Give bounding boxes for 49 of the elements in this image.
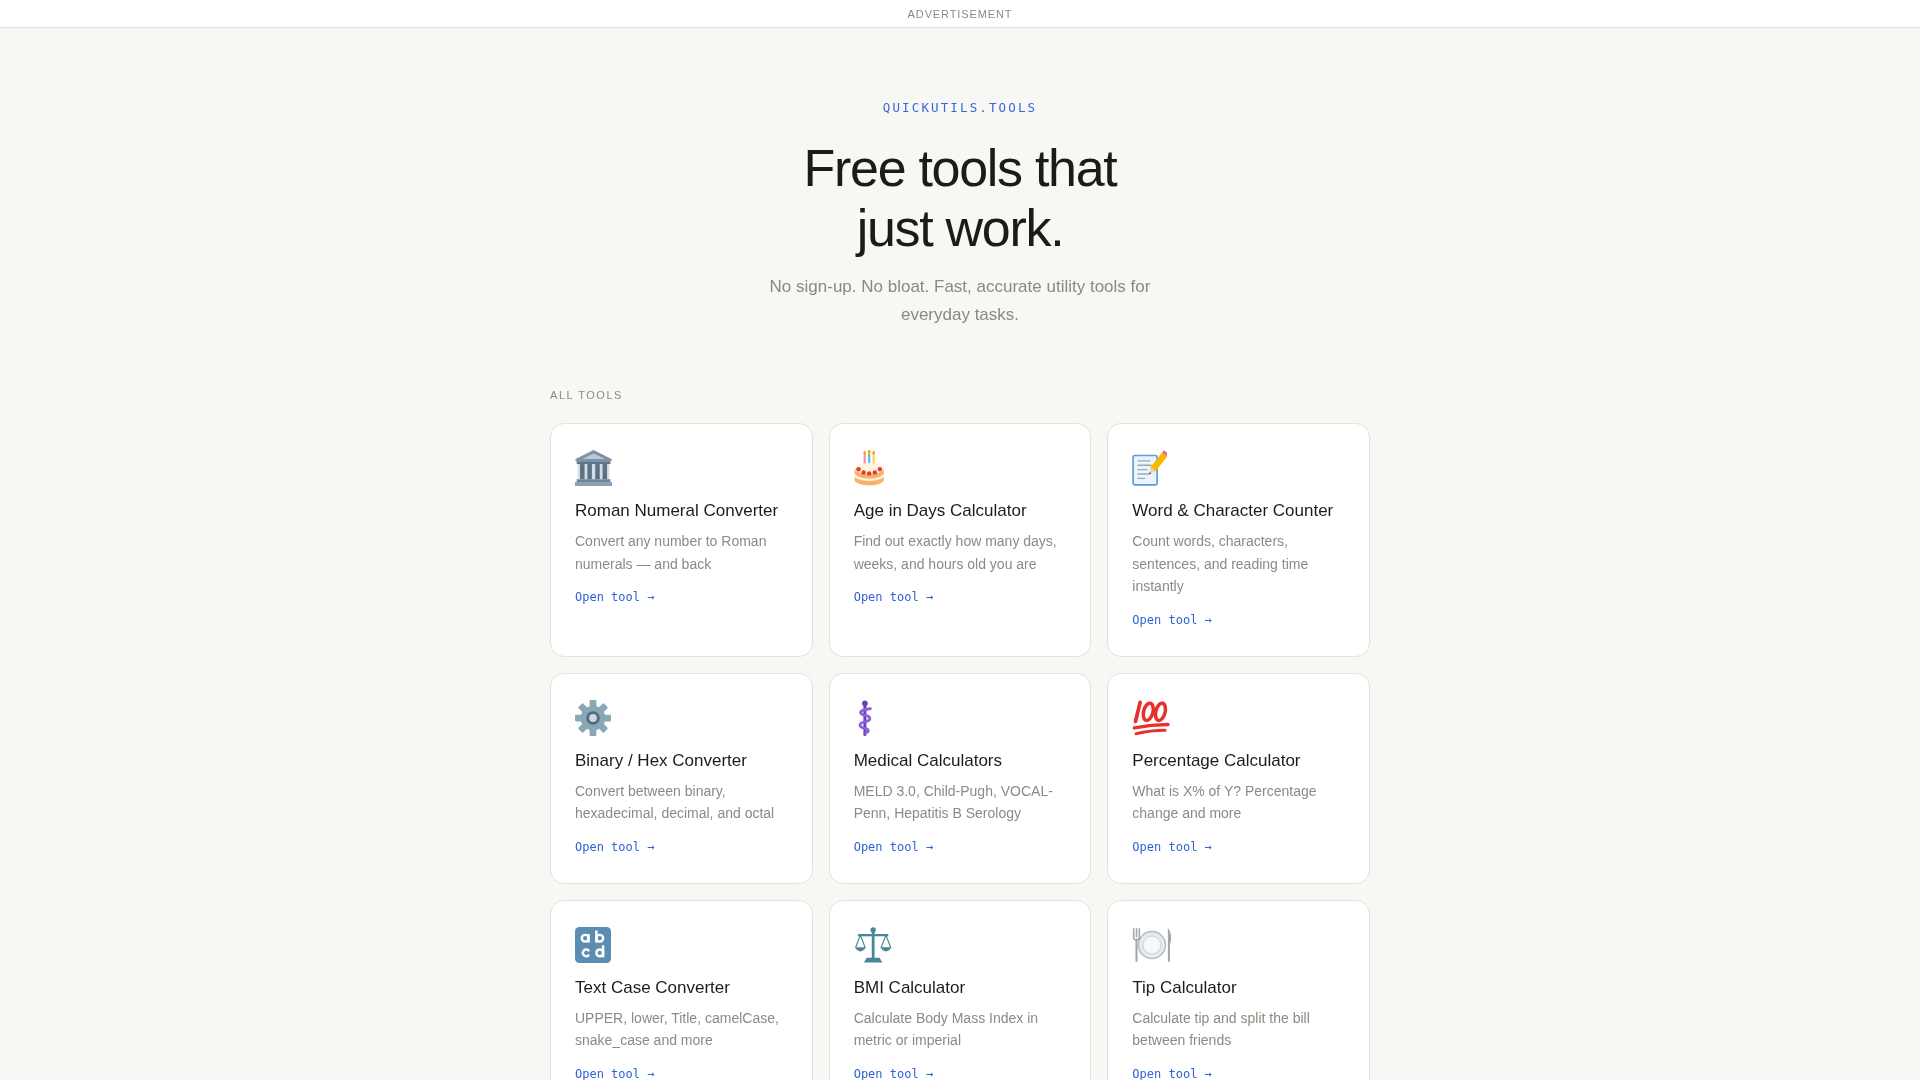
tool-name: Percentage Calculator (1132, 749, 1301, 772)
open-tool-link[interactable]: Open tool → (575, 1065, 655, 1080)
tool-name: Word & Character Counter (1132, 500, 1334, 522)
columns-building-icon (575, 450, 613, 486)
ad-label: ADVERTISEMENT (907, 6, 1013, 21)
tool-description: Convert any number to Roman numerals — and back (575, 532, 768, 574)
letters-tile-icon (575, 926, 611, 963)
birthday-cake-icon (853, 450, 885, 486)
tool-card[interactable]: Percentage Calculator What is X% of Y? Percentage change and more Open tool → (1107, 672, 1370, 884)
tool-card[interactable]: Text Case Converter UPPER, lower, Title, camelCase, snake_case and more Open tool → (550, 899, 813, 1080)
tool-description: Convert between binary, hexadecimal, decimal, and octal (575, 781, 776, 823)
tool-description: Calculate Body Mass Index in metric or imperial (853, 1008, 1040, 1050)
tool-card[interactable]: Age in Days Calculator Find out exactly how many days, weeks, and hours old you are Open tool → (828, 423, 1092, 657)
tool-description: Calculate tip and split the bill between friends (1132, 1008, 1311, 1050)
tool-card[interactable]: Medical Calculators MELD 3.0, Child-Pugh, VOCAL-Penn, Hepatitis B Serology Open tool → (828, 672, 1092, 884)
open-tool-link[interactable]: Open tool → (1132, 611, 1212, 628)
open-tool-link[interactable]: Open tool → (853, 838, 934, 855)
section-label: ALL TOOLS (550, 388, 623, 402)
tool-card[interactable]: Roman Numeral Converter Convert any number to Roman numerals — and back Open tool → (550, 423, 813, 657)
tool-name: Tip Calculator (1132, 976, 1237, 999)
tool-name: BMI Calculator (853, 976, 966, 999)
plate-cutlery-icon (1132, 926, 1173, 963)
open-tool-link[interactable]: Open tool → (575, 589, 655, 605)
gear-icon (575, 699, 611, 736)
tool-description: MELD 3.0, Child-Pugh, VOCAL-Penn, Hepatitis B Serology (853, 781, 1054, 823)
tool-name: Text Case Converter (575, 976, 730, 999)
memo-pencil-icon (1132, 450, 1168, 486)
tool-description: UPPER, lower, Title, camelCase, snake_case and more (575, 1008, 780, 1050)
tool-name: Roman Numeral Converter (575, 500, 779, 522)
tool-name: Medical Calculators (853, 749, 1002, 772)
open-tool-link[interactable]: Open tool → (1132, 1065, 1212, 1080)
hero-subtitle: No sign-up. No bloat. Fast, accurate utility tools for everyday tasks. (768, 276, 1152, 326)
tool-name: Binary / Hex Converter (575, 749, 747, 772)
hundred-points-icon (1132, 699, 1171, 736)
open-tool-link[interactable]: Open tool → (853, 589, 934, 605)
tool-card[interactable]: Binary / Hex Converter Convert between binary, hexadecimal, decimal, and octal Open tool → (550, 672, 813, 884)
tool-card[interactable]: BMI Calculator Calculate Body Mass Index in metric or imperial Open tool → (828, 899, 1092, 1080)
tool-card[interactable]: Word & Character Counter Count words, characters, sentences, and reading time instantly Open tool → (1107, 423, 1370, 657)
hero-heading: Free tools that just work. (802, 138, 1119, 258)
open-tool-link[interactable]: Open tool → (853, 1065, 934, 1080)
tool-card[interactable]: Tip Calculator Calculate tip and split the bill between friends Open tool → (1107, 899, 1370, 1080)
open-tool-link[interactable]: Open tool → (575, 838, 655, 855)
tool-description: Count words, characters, sentences, and reading time instantly (1132, 532, 1310, 596)
site-name: QUICKUTILS.TOOLS (882, 100, 1038, 116)
balance-scale-icon (853, 926, 892, 963)
open-tool-link[interactable]: Open tool → (1132, 838, 1212, 855)
tool-name: Age in Days Calculator (853, 500, 1027, 522)
tool-description: Find out exactly how many days, weeks, and hours old you are (853, 532, 1058, 574)
tool-description: What is X% of Y? Percentage change and more (1132, 781, 1318, 823)
